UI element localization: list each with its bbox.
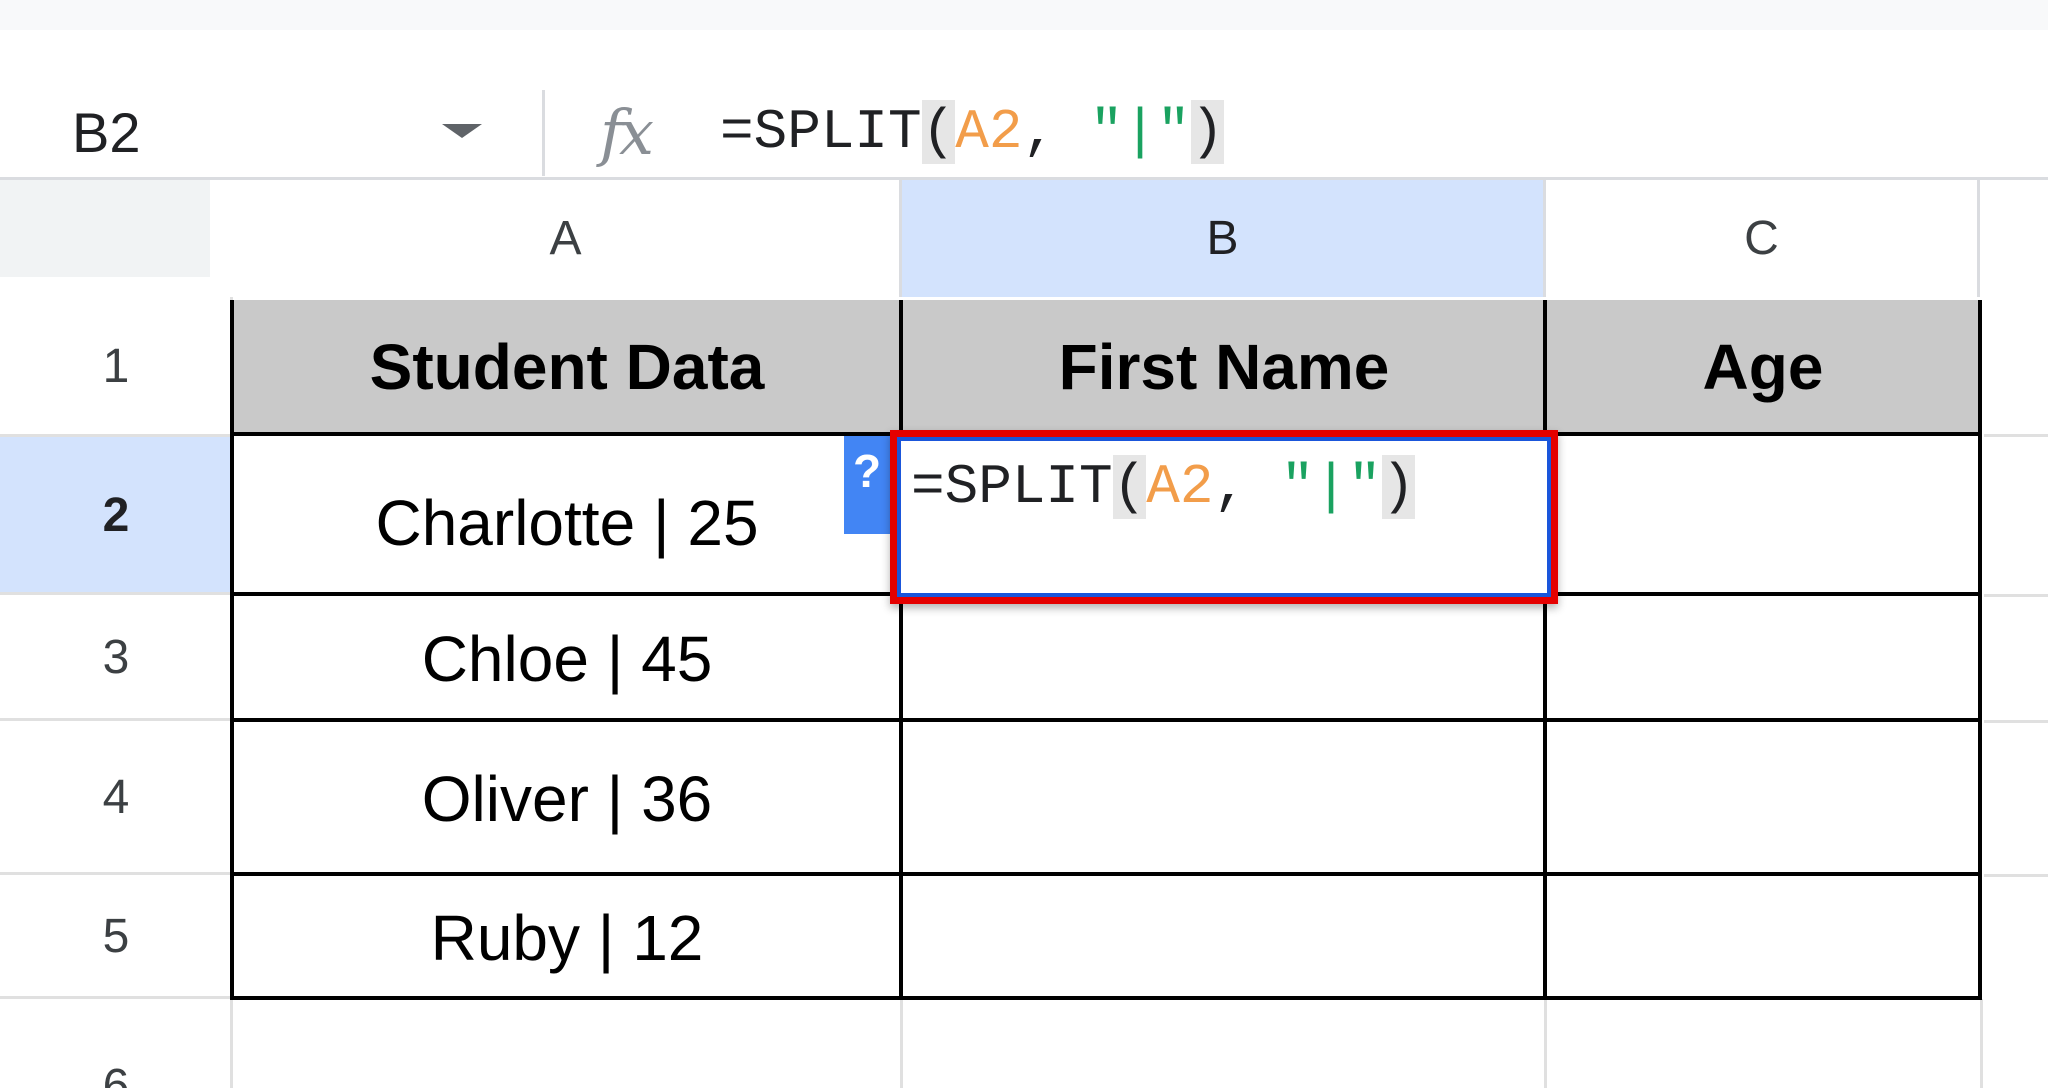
editor-quote-open: ": [1280, 455, 1315, 519]
cell-a1[interactable]: Student Data: [232, 300, 902, 434]
table-border: [230, 300, 234, 1000]
formula-delimiter: |: [1123, 100, 1157, 164]
editor-function: =SPLIT: [911, 455, 1113, 519]
formula-close-paren: ): [1190, 100, 1225, 164]
table-border: [230, 718, 1982, 722]
chevron-down-icon[interactable]: [442, 124, 482, 138]
editor-delimiter: |: [1314, 455, 1348, 519]
table-border: [230, 996, 1982, 1000]
table-border: [899, 300, 903, 1000]
editor-separator: ,: [1213, 455, 1281, 519]
column-header-c[interactable]: C: [1546, 180, 1980, 297]
column-header-b[interactable]: B: [902, 180, 1546, 297]
cell-c2[interactable]: [1546, 438, 1980, 594]
gridline: [1984, 434, 2048, 437]
table-border: [230, 872, 1982, 876]
cell-c5[interactable]: [1546, 878, 1980, 998]
table-border: [1978, 300, 1982, 1000]
cell-a3[interactable]: Chloe | 45: [232, 598, 902, 720]
formula-open-paren: (: [921, 100, 956, 164]
formula-help-icon[interactable]: ?: [844, 436, 890, 534]
formula-separator: ,: [1022, 100, 1090, 164]
gridline: [1544, 999, 1547, 1088]
cell-b4[interactable]: [902, 724, 1546, 874]
row-header-6[interactable]: 6: [0, 999, 232, 1088]
fx-icon: fx: [600, 96, 654, 169]
formula-bar: B2 fx =SPLIT(A2, "|"): [0, 30, 2048, 180]
cell-a5[interactable]: Ruby | 12: [232, 878, 902, 998]
table-border: [1543, 300, 1547, 1000]
column-header-a[interactable]: A: [232, 180, 902, 297]
cell-b5[interactable]: [902, 878, 1546, 998]
cell-a2[interactable]: Charlotte | 25: [232, 438, 902, 594]
formula-bar-divider: [542, 90, 545, 176]
name-box[interactable]: B2: [72, 100, 141, 165]
formula-quote-close: ": [1156, 100, 1191, 164]
cell-editor-text[interactable]: =SPLIT(A2, "|"): [911, 455, 1416, 519]
editor-close-paren: ): [1381, 455, 1416, 519]
editor-open-paren: (: [1112, 455, 1147, 519]
formula-quote-open: ": [1089, 100, 1124, 164]
formula-cell-ref: A2: [955, 100, 1023, 164]
select-all-corner[interactable]: [0, 180, 210, 277]
row-header-5[interactable]: 5: [0, 875, 232, 999]
column-header-d[interactable]: [1980, 180, 2048, 297]
row-header-4[interactable]: 4: [0, 721, 232, 875]
formula-function: =SPLIT: [720, 100, 922, 164]
cell-c1[interactable]: Age: [1546, 300, 1980, 434]
active-cell-b2[interactable]: =SPLIT(A2, "|"): [890, 430, 1558, 604]
editor-cell-ref: A2: [1146, 455, 1214, 519]
row-header-2[interactable]: 2: [0, 437, 232, 595]
gridline: [1980, 999, 1983, 1088]
row-header-1[interactable]: 1: [0, 297, 232, 437]
row-header-3[interactable]: 3: [0, 595, 232, 721]
top-strip: [0, 0, 2048, 30]
cell-b1[interactable]: First Name: [902, 300, 1546, 434]
formula-input[interactable]: =SPLIT(A2, "|"): [720, 100, 1225, 164]
cell-c3[interactable]: [1546, 598, 1980, 720]
gridline: [1984, 874, 2048, 877]
gridline: [900, 999, 903, 1088]
gridline: [1984, 594, 2048, 597]
cell-a4[interactable]: Oliver | 36: [232, 724, 902, 874]
cell-b3[interactable]: [902, 598, 1546, 720]
cell-c4[interactable]: [1546, 724, 1980, 874]
corner-band: [0, 277, 231, 297]
editor-quote-close: ": [1347, 455, 1382, 519]
gridline: [1984, 720, 2048, 723]
